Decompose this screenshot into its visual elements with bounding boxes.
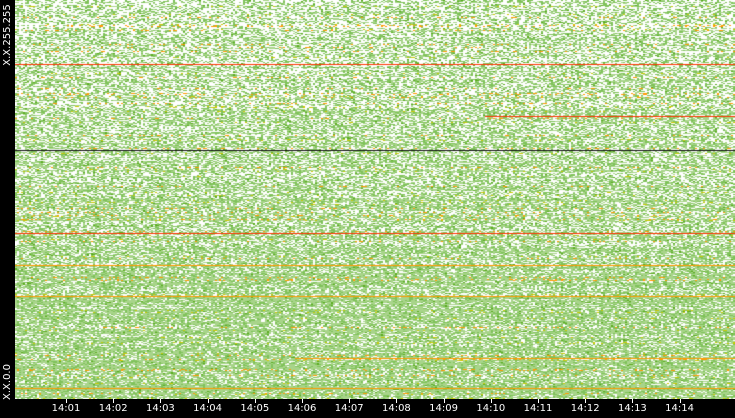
x-tick-label: 14:02 [98,403,128,414]
x-tick-label: 14:14 [665,403,694,414]
x-tick-label: 14:03 [145,403,175,414]
x-tick-label: 14:05 [240,403,270,414]
x-tick-label: 14:06 [287,403,317,414]
x-tick-label: 14:12 [570,403,600,414]
x-tick-label: 14:01 [51,403,81,414]
x-axis: 14:01 14:02 14:03 14:04 14:05 14:06 14:07 14:08… [15,399,735,415]
x-tick-label: 14:11 [523,403,553,414]
x-tick-label: 14:04 [193,403,222,414]
y-label-bottom: X.X.0.0 [2,364,13,400]
y-label-top: X.X.255.255 [2,4,13,66]
y-axis: X.X.255.255 X.X.0.0 [0,0,15,400]
x-tick-label: 14:08 [381,403,411,414]
heatmap-plot-area [15,0,735,399]
x-tick-label: 14:10 [476,403,506,414]
x-tick-label: 14:09 [429,403,458,414]
x-tick-label: 14:07 [334,403,364,414]
x-tick-label: 14:13 [617,403,647,414]
